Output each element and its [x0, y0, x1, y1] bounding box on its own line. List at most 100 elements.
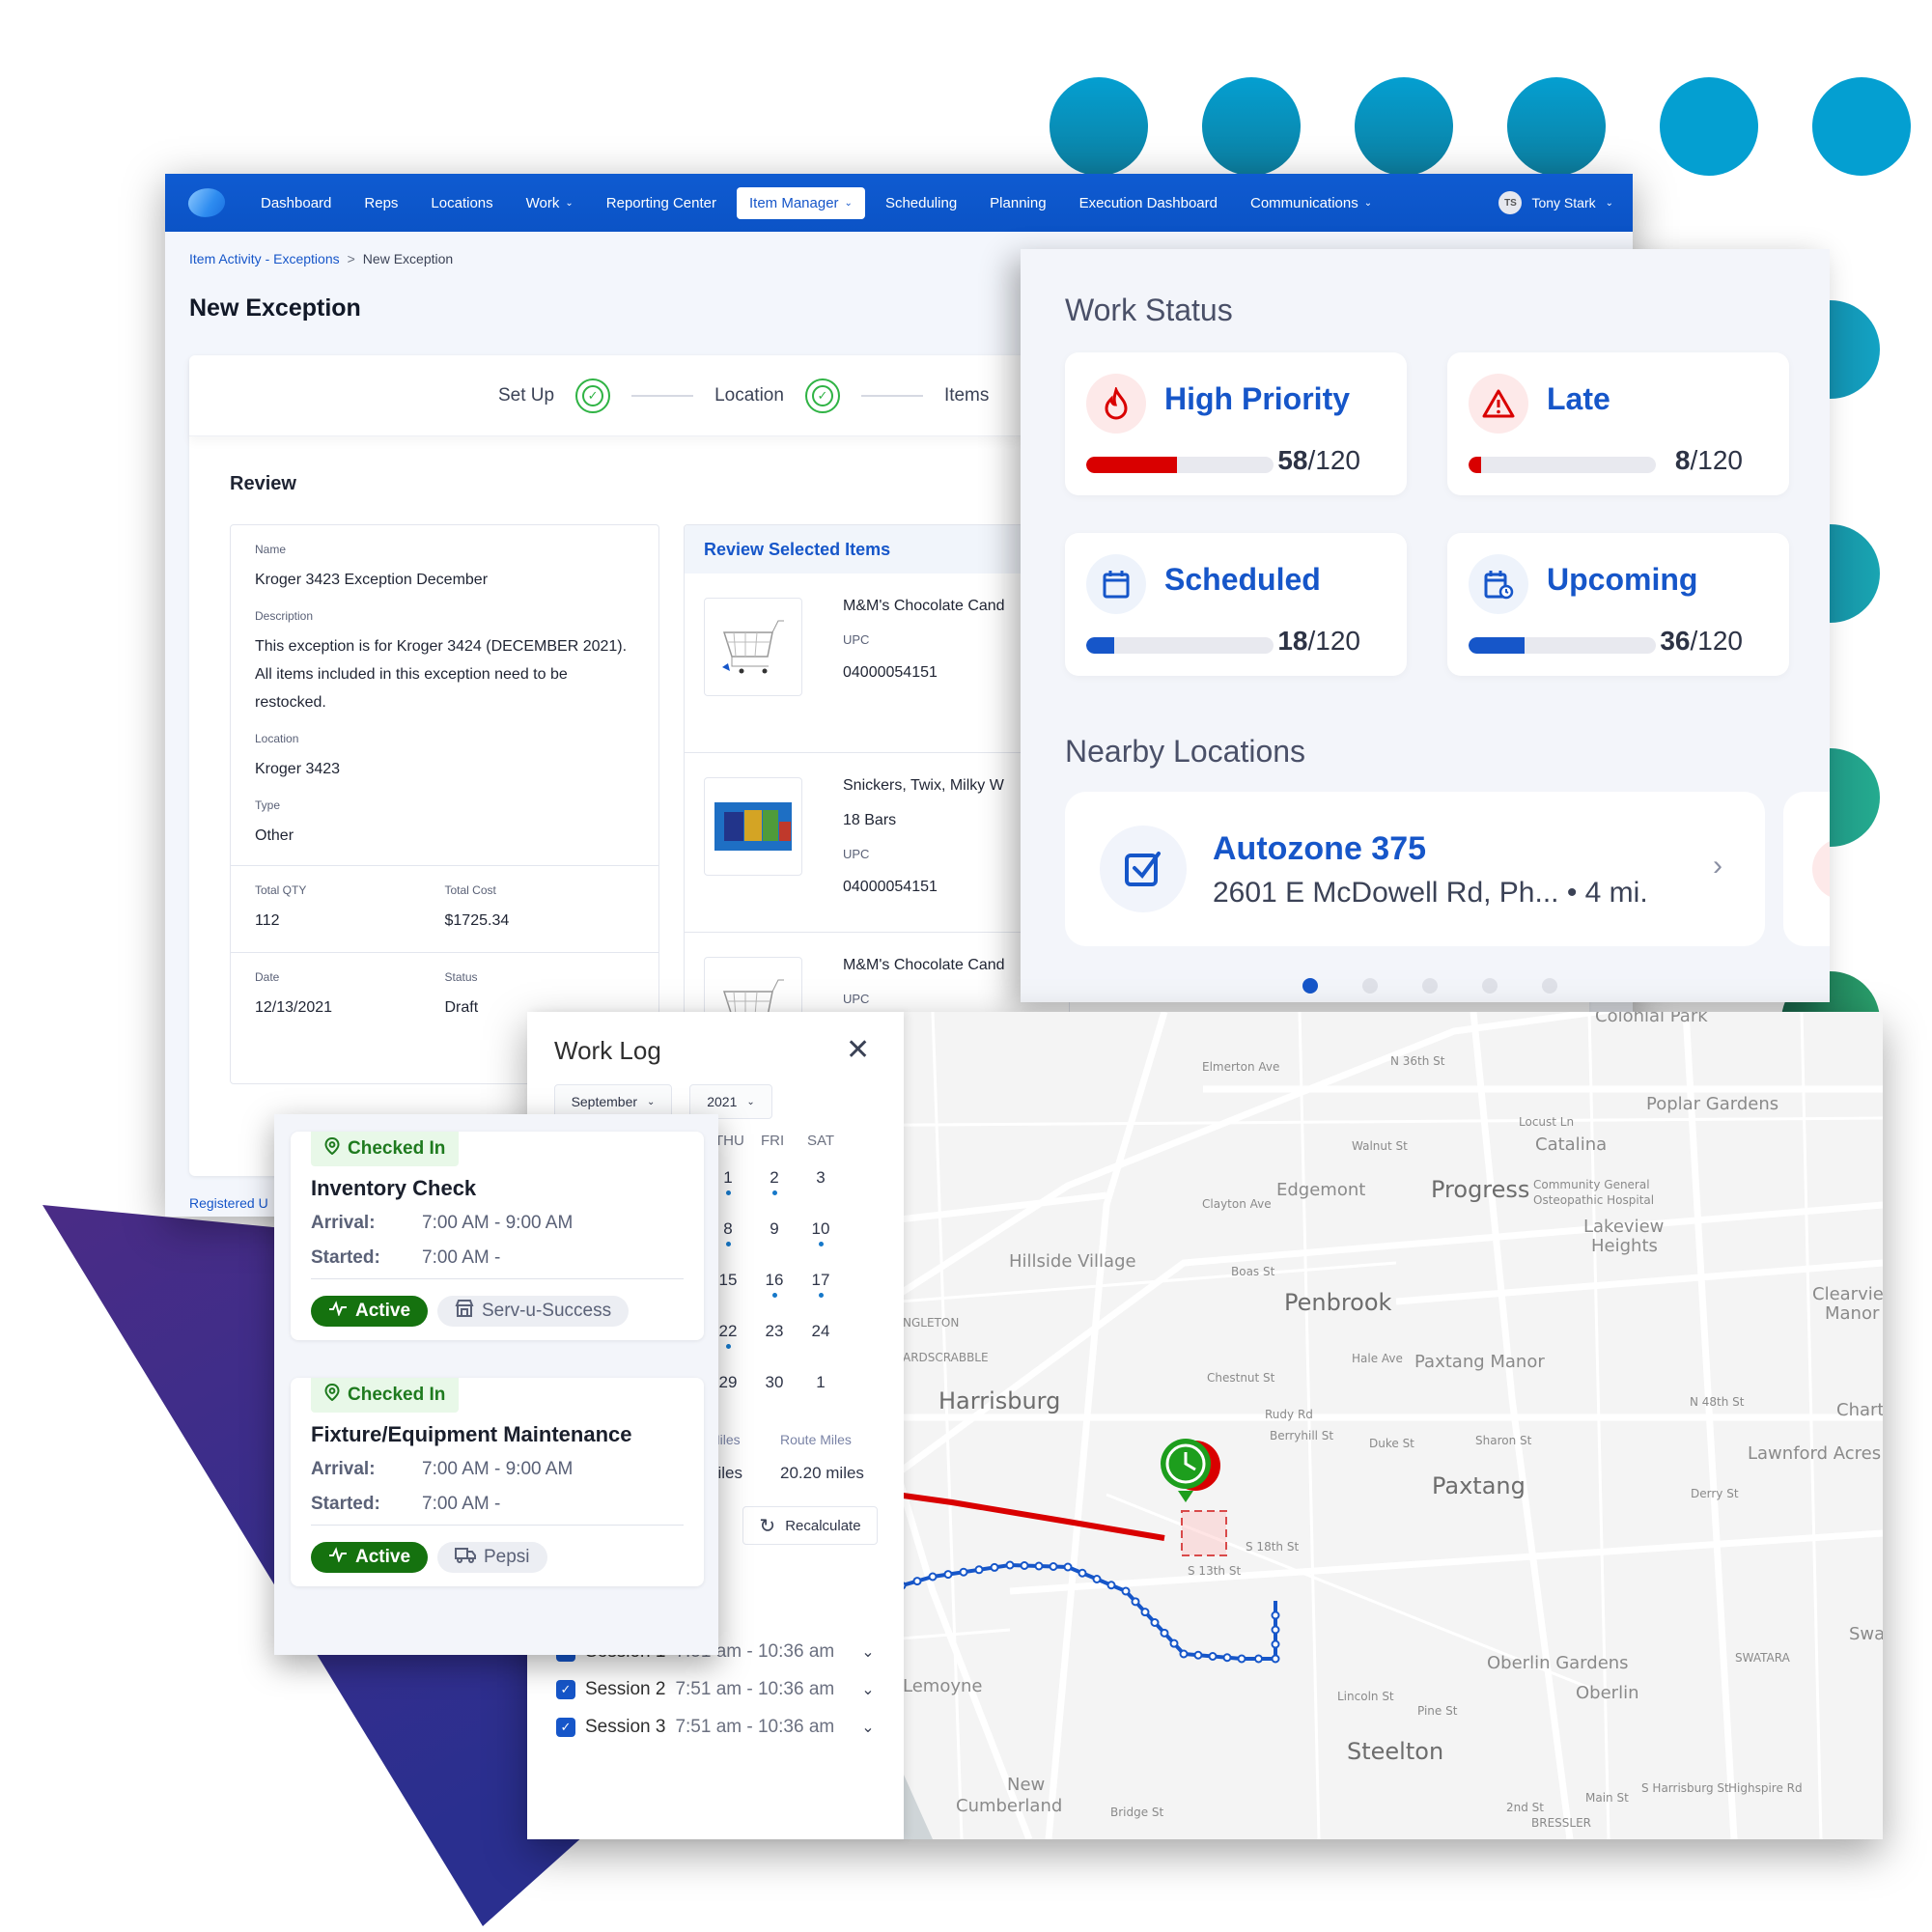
year-value: 2021 — [707, 1094, 738, 1109]
status-card-upcoming[interactable]: Upcoming 36/120 — [1447, 533, 1789, 676]
map-label: Oberlin — [1576, 1683, 1639, 1703]
session-row[interactable]: ✓ Session 3 7:51 am - 10:36 am ⌄ — [556, 1717, 875, 1738]
pager-dot[interactable] — [1422, 978, 1438, 994]
recalculate-button[interactable]: ↻ Recalculate — [742, 1506, 878, 1545]
nav-item-item-manager[interactable]: Item Manager ⌄ — [737, 186, 865, 219]
visit-card[interactable]: Checked In Inventory Check Arrival: 7:00 AM… — [291, 1132, 704, 1340]
day-number: 23 — [765, 1322, 784, 1340]
calendar-day[interactable]: 1 — [801, 1373, 840, 1392]
step-setup-label[interactable]: Set Up — [498, 385, 554, 406]
route-node — [1106, 1581, 1116, 1590]
calendar-day[interactable]: 24 — [801, 1322, 840, 1341]
calendar-day[interactable]: 3 — [801, 1168, 840, 1188]
divider — [311, 1278, 684, 1279]
map-label: Community General — [1533, 1178, 1650, 1191]
session-checkbox[interactable]: ✓ — [556, 1718, 575, 1737]
location-card-next[interactable] — [1783, 792, 1830, 946]
type-value: Other — [255, 827, 294, 844]
chevron-right-icon[interactable]: › — [1713, 850, 1722, 882]
session-time: 7:51 am - 10:36 am — [675, 1679, 835, 1699]
route-node — [1078, 1568, 1087, 1578]
calendar-day[interactable]: 10 — [801, 1219, 840, 1246]
map-label: Berryhill St — [1270, 1429, 1334, 1442]
started-row: Started: 7:00 AM - — [311, 1494, 500, 1515]
map-label: Heights — [1591, 1236, 1658, 1256]
route-node — [1049, 1562, 1058, 1571]
selected-items-title: Review Selected Items — [685, 525, 1069, 574]
breadcrumb-parent-link[interactable]: Item Activity - Exceptions — [189, 251, 340, 266]
progress-bar — [1469, 457, 1656, 473]
visit-card[interactable]: Checked In Fixture/Equipment Maintenance A… — [291, 1378, 704, 1586]
chevron-down-icon[interactable]: ⌄ — [861, 1642, 874, 1662]
day-number: 10 — [811, 1219, 830, 1238]
nav-item-reporting-center[interactable]: Reporting Center — [594, 187, 729, 219]
step-location-label[interactable]: Location — [714, 385, 784, 406]
step-items-label[interactable]: Items — [944, 385, 989, 406]
event-dot — [725, 1242, 731, 1246]
nav-item-execution-dashboard[interactable]: Execution Dashboard — [1067, 187, 1230, 219]
nav-item-scheduling[interactable]: Scheduling — [873, 187, 969, 219]
nav-item-locations[interactable]: Locations — [418, 187, 505, 219]
selected-item-row[interactable]: Snickers, Twix, Milky W 18 Bars UPC 0400005… — [685, 753, 1069, 933]
status-card-late[interactable]: Late 8/120 — [1447, 352, 1789, 495]
chevron-down-icon: ⌄ — [1605, 197, 1613, 209]
nav-item-work[interactable]: Work ⌄ — [514, 187, 586, 219]
calendar-day[interactable]: 16 — [755, 1271, 794, 1298]
item-name: M&M's Chocolate Cand — [843, 957, 1005, 973]
cart-icon — [704, 598, 802, 696]
location-card[interactable]: Autozone 375 2601 E McDowell Rd, Ph... •… — [1065, 792, 1765, 946]
day-number: 22 — [718, 1322, 738, 1340]
user-menu[interactable]: TS Tony Stark ⌄ — [1498, 191, 1613, 214]
pager-dot[interactable] — [1362, 978, 1378, 994]
selected-item-row[interactable]: M&M's Chocolate Cand UPC 04000054151 — [685, 574, 1069, 753]
progress-bar — [1469, 637, 1656, 654]
calendar-day[interactable]: 17 — [801, 1271, 840, 1298]
arrival-row: Arrival: 7:00 AM - 9:00 AM — [311, 1213, 573, 1234]
route-node — [1179, 1649, 1189, 1659]
close-icon[interactable]: ✕ — [846, 1033, 870, 1067]
status-count: 18/120 — [1277, 626, 1360, 657]
chevron-down-icon: ⌄ — [1363, 197, 1373, 209]
route-node — [1208, 1652, 1218, 1661]
pager-dot[interactable] — [1302, 978, 1318, 994]
map-label: SWATARA — [1735, 1651, 1790, 1665]
nav-item-planning[interactable]: Planning — [977, 187, 1058, 219]
calendar-day[interactable]: 30 — [755, 1373, 794, 1392]
step-connector — [631, 394, 694, 397]
map-label: Lawnford Acres — [1748, 1443, 1882, 1464]
chevron-down-icon[interactable]: ⌄ — [861, 1718, 874, 1737]
decorative-dot — [1202, 77, 1301, 176]
decorative-dot — [1660, 77, 1758, 176]
route-node — [1271, 1639, 1280, 1649]
nav-item-dashboard[interactable]: Dashboard — [248, 187, 344, 219]
route-node — [928, 1572, 938, 1582]
status-label: Active — [355, 1301, 411, 1321]
map-label: Chartwood — [1836, 1400, 1883, 1420]
pager-dot[interactable] — [1542, 978, 1557, 994]
map-label: N 48th St — [1690, 1395, 1745, 1409]
map-label: N 36th St — [1390, 1054, 1445, 1068]
route-node — [1005, 1560, 1015, 1570]
weekday-header: SAT — [807, 1133, 835, 1149]
calendar-day[interactable]: 9 — [755, 1219, 794, 1239]
status-card-scheduled[interactable]: Scheduled 18/120 — [1065, 533, 1407, 676]
breadcrumb: Item Activity - Exceptions > New Excepti… — [189, 251, 453, 266]
nav-item-communications[interactable]: Communications ⌄ — [1238, 187, 1385, 219]
status-card-high-priority[interactable]: High Priority 58/120 — [1065, 352, 1407, 495]
map-label: S Harrisburg St — [1641, 1781, 1729, 1795]
calendar-day[interactable]: 2 — [755, 1168, 794, 1195]
session-row[interactable]: ✓ Session 2 7:51 am - 10:36 am ⌄ — [556, 1679, 875, 1700]
app-logo[interactable] — [184, 183, 229, 222]
pager-dot[interactable] — [1482, 978, 1498, 994]
map-label: Progress — [1431, 1176, 1530, 1203]
location-pin-icon — [324, 1383, 340, 1407]
calendar-day[interactable]: 23 — [755, 1322, 794, 1341]
footer-link[interactable]: Registered U — [189, 1195, 268, 1211]
arrival-label: Arrival: — [311, 1459, 376, 1479]
nav-item-label: Work — [525, 194, 560, 211]
chevron-down-icon[interactable]: ⌄ — [861, 1680, 874, 1699]
session-checkbox[interactable]: ✓ — [556, 1680, 575, 1699]
route-node — [974, 1565, 984, 1575]
nav-item-reps[interactable]: Reps — [351, 187, 410, 219]
nav-item-label: Item Manager — [749, 194, 839, 211]
